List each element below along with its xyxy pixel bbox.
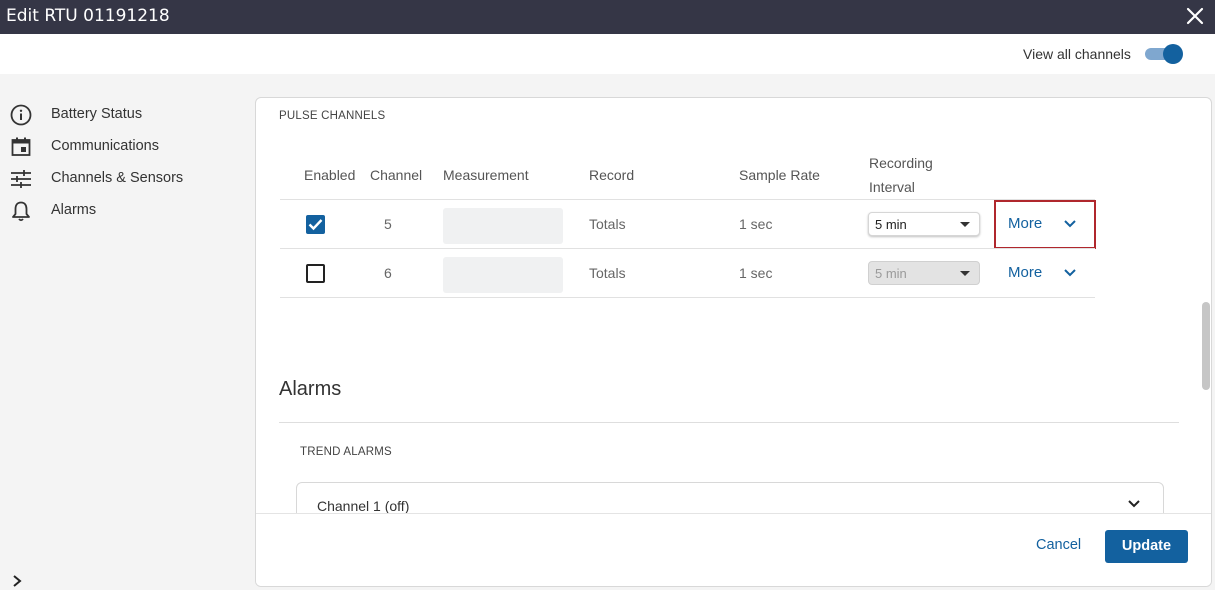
- sidebar-item-label: Channels & Sensors: [51, 170, 184, 186]
- more-button-ch6[interactable]: More: [1008, 261, 1098, 285]
- sidebar-item-alarms[interactable]: Alarms: [10, 199, 240, 223]
- calendar-icon: [10, 136, 32, 158]
- channel-number: 6: [384, 265, 392, 281]
- pulse-channels-label: PULSE CHANNELS: [279, 110, 386, 122]
- row-divider: [280, 248, 1095, 249]
- trend-alarms-label: TREND ALARMS: [300, 446, 392, 458]
- record-value: Totals: [589, 216, 626, 232]
- sidebar-item-label: Alarms: [51, 202, 97, 218]
- sidebar-item-battery-status[interactable]: Battery Status: [10, 103, 240, 127]
- col-header-record: Record: [589, 167, 635, 183]
- record-value: Totals: [589, 265, 626, 281]
- recording-interval-select-ch6: 5 min: [868, 261, 980, 285]
- top-bar: View all channels: [0, 34, 1215, 74]
- highlight-box: [994, 200, 1096, 249]
- sidebar-item-communications[interactable]: Communications: [10, 135, 240, 159]
- scrollbar-thumb[interactable]: [1202, 302, 1210, 390]
- more-label: More: [1008, 264, 1043, 281]
- col-header-enabled: Enabled: [304, 167, 356, 183]
- enabled-checkbox-ch6[interactable]: [306, 264, 325, 283]
- select-value: 5 min: [875, 217, 907, 232]
- sidebar-item-channels-sensors[interactable]: Channels & Sensors: [10, 167, 240, 191]
- row-divider: [280, 297, 1095, 298]
- channel-number: 5: [384, 216, 392, 232]
- toggle-knob: [1163, 44, 1183, 64]
- select-value: 5 min: [875, 266, 907, 281]
- row-divider: [280, 199, 1095, 200]
- sample-rate-value: 1 sec: [739, 265, 773, 281]
- sidebar-item-label: Battery Status: [51, 106, 143, 122]
- bell-icon: [10, 200, 32, 222]
- view-all-channels-toggle[interactable]: [1145, 44, 1183, 64]
- sidebar-nav: Battery Status Communications Channels &…: [0, 74, 255, 590]
- cancel-button[interactable]: Cancel: [1036, 537, 1081, 553]
- dialog-footer: Cancel Update: [256, 513, 1211, 586]
- col-header-sample-rate: Sample Rate: [739, 167, 820, 183]
- scrollbar[interactable]: [1201, 98, 1211, 513]
- view-all-channels-label: View all channels: [1023, 46, 1131, 62]
- sidebar-item-label: Communications: [51, 138, 159, 154]
- update-button[interactable]: Update: [1105, 530, 1188, 563]
- col-header-interval: Interval: [869, 179, 915, 195]
- sliders-icon: [10, 168, 32, 190]
- info-icon: [10, 104, 32, 126]
- col-header-channel: Channel: [370, 167, 423, 183]
- caret-down-icon: [960, 222, 970, 227]
- chevron-down-icon: [1063, 266, 1077, 284]
- title-bar: Edit RTU 01191218: [0, 0, 1215, 34]
- sample-rate-value: 1 sec: [739, 216, 773, 232]
- measurement-input-ch5[interactable]: [443, 208, 563, 244]
- measurement-input-ch6[interactable]: [443, 257, 563, 293]
- main-card: PULSE CHANNELS Enabled Channel Measureme…: [255, 97, 1212, 587]
- close-icon[interactable]: [1186, 7, 1204, 25]
- col-header-recording: Recording: [869, 155, 933, 171]
- alarms-heading: Alarms: [279, 378, 342, 400]
- accordion-label: Channel 1 (off): [317, 498, 410, 514]
- enabled-checkbox-ch5[interactable]: [306, 215, 325, 234]
- dialog-title: Edit RTU 01191218: [6, 6, 170, 26]
- section-divider: [279, 422, 1179, 423]
- recording-interval-select-ch5[interactable]: 5 min: [868, 212, 980, 236]
- col-header-measurement: Measurement: [443, 167, 529, 183]
- chevron-right-icon[interactable]: [10, 574, 24, 588]
- caret-down-icon: [960, 271, 970, 276]
